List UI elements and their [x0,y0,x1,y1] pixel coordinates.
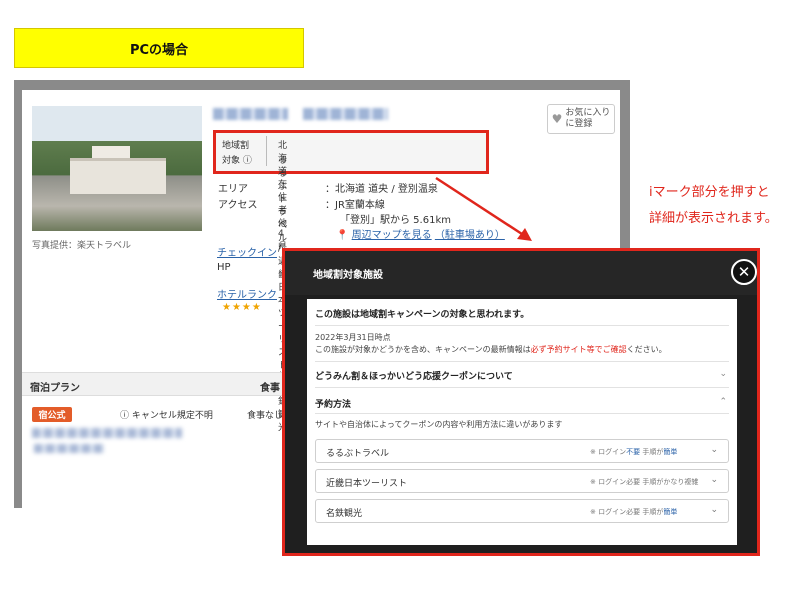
map-row: 📍 周辺マップを見る （駐車場あり） [336,226,505,241]
hotel-building [70,158,166,194]
close-icon[interactable]: ✕ [731,259,757,285]
region-discount-box[interactable]: 地域割 北海道在住者 他4県 対象 ⓘ るるぶトラベル / 近畿日本ツーリスト … [213,130,489,433]
plan-name-blurred [32,428,182,438]
booking-description: サイトや自治体によってクーポンの内容や利用方法に違いがあります [315,420,563,429]
divider [315,413,729,414]
cancel-policy[interactable]: ⓘ キャンセル規定不明 [120,408,213,421]
access-value-line: ：JR室蘭本線 [325,200,385,211]
hotel-rank-label[interactable]: ホテルランク [217,286,277,301]
divider [315,325,729,326]
meal-value: 食事なし [247,411,284,421]
modal-body: この施設は地域割キャンペーンの対象と思われます。 2022年3月31日時点 この… [307,299,737,545]
map-pin-icon: 📍 [336,230,349,241]
chevron-down-icon: ⌄ [710,475,718,485]
chevron-up-icon: ⌃ [719,397,727,407]
hp-label: HP [217,262,231,273]
divider [315,387,729,388]
modal-title: 地域割対象施設 [285,251,757,295]
region-separator [266,136,267,166]
parking-link[interactable]: （駐車場あり） [435,230,505,241]
annotation-line-1: iマーク部分を押すと [649,185,770,200]
page: PCの場合 写真提供：楽天トラベル ♥ お気に入り に登録 地域割 北海道在住者… [0,0,800,600]
annotation-text: iマーク部分を押すと 詳細が表示されます。 [649,180,778,232]
hotel-name-blurred-2 [303,108,388,120]
coupon-section-toggle[interactable]: どうみん割＆ほっかいどう応援クーポンについて ⌄ [315,369,729,382]
chevron-down-icon: ⌄ [719,369,727,379]
hotel-name-blurred [213,108,288,120]
option-name: るるぶトラベル [326,449,390,459]
annotation-line-2: 詳細が表示されます。 [649,211,778,226]
region-label-1: 地域割 [222,141,250,151]
chevron-down-icon: ⌄ [710,505,718,515]
plan-name-blurred-2 [34,444,104,453]
region-row-2: 対象 ⓘ るるぶトラベル / 近畿日本ツーリスト / 名鉄観光 [222,153,287,433]
booking-option-meitetsu[interactable]: 名鉄観光 ※ ログイン必要 手順が簡単 ⌄ [315,499,729,523]
option-name: 近畿日本ツーリスト [326,479,408,489]
divider [315,361,729,362]
option-note: ※ ログイン不要 手順が簡単 [590,448,678,456]
modal-info: この施設が対象かどうかを含め、キャンペーンの最新情報は必ず予約サイト等でご確認く… [315,345,667,354]
checkin-label[interactable]: チェックイン [217,244,277,259]
official-badge: 宿公式 [32,407,72,422]
confirm-warning: 必ず予約サイト等でご確認 [530,345,627,354]
access-label: アクセス [218,200,258,211]
modal-date: 2022年3月31日時点 [315,333,391,342]
booking-option-knt[interactable]: 近畿日本ツーリスト ※ ログイン必要 手順がかなり複雑 ⌄ [315,469,729,493]
pc-case-label: PCの場合 [14,28,304,68]
heart-icon: ♥ [551,111,563,126]
area-value: ：北海道 道央 / 登別温泉 [325,184,438,195]
meal-header: 食事 [260,383,280,394]
booking-option-rurubu[interactable]: るるぶトラベル ※ ログイン不要 手順が簡単 ⌄ [315,439,729,463]
photo-credit: 写真提供：楽天トラベル [32,241,132,251]
booking-section-toggle[interactable]: 予約方法 ⌃ [315,397,729,410]
access-distance: 「登別」駅から 5.61km [340,215,451,226]
region-modal: 地域割対象施設 ✕ この施設は地域割キャンペーンの対象と思われます。 2022年… [282,248,760,556]
chevron-down-icon: ⌄ [710,445,718,455]
plan-header: 宿泊プラン [30,383,80,394]
region-row-1: 地域割 北海道在住者 他4県 [222,138,287,252]
favorite-label: お気に入り に登録 [565,108,611,129]
favorite-button[interactable]: ♥ お気に入り に登録 [547,104,615,134]
hotel-photo[interactable] [32,106,202,231]
rating-stars: ★★★★ [222,302,262,313]
option-name: 名鉄観光 [326,509,363,519]
option-note: ※ ログイン必要 手順が簡単 [590,508,678,516]
modal-notice: この施設は地域割キャンペーンの対象と思われます。 [315,310,530,320]
region-info-trigger[interactable]: 対象 ⓘ [222,153,252,167]
area-label: エリア [218,184,248,195]
map-link[interactable]: 周辺マップを見る [352,230,432,241]
option-note: ※ ログイン必要 手順がかなり複雑 [590,478,699,486]
